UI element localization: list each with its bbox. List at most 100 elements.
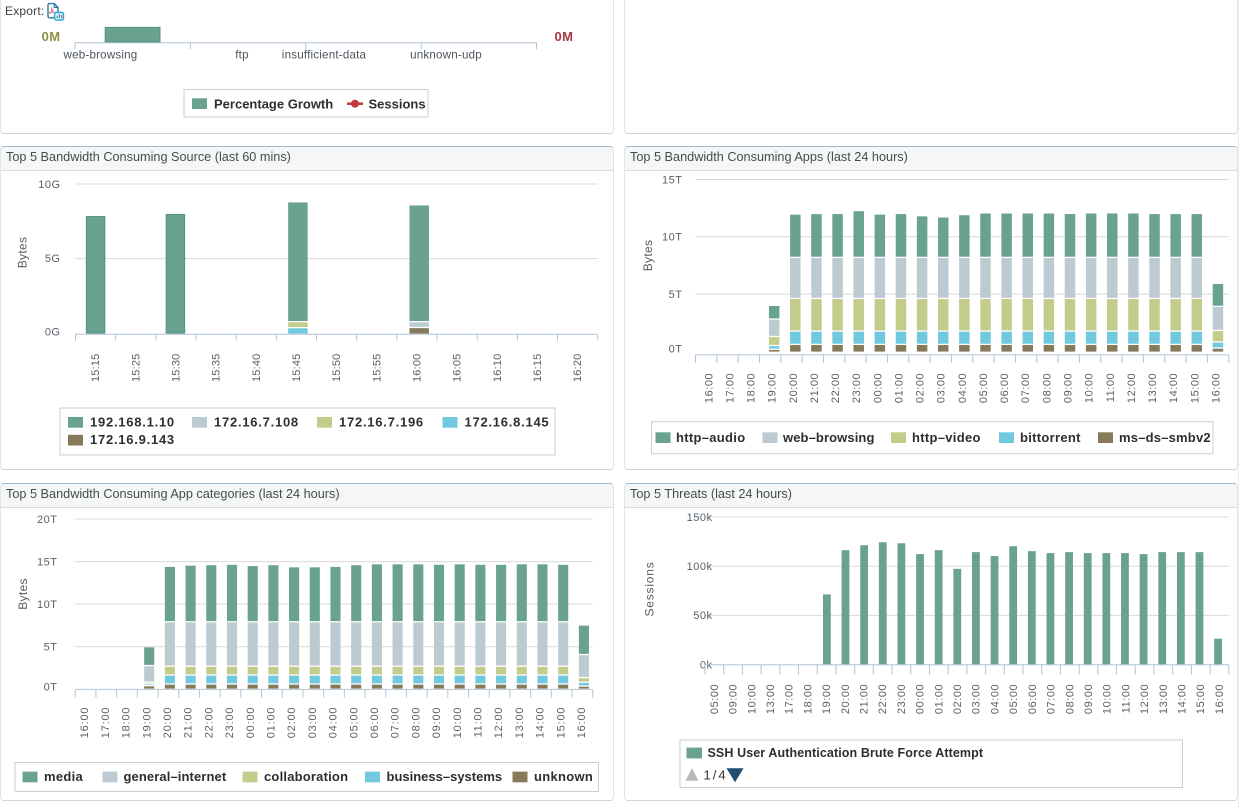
svg-text:unknown-udp: unknown-udp [410,49,482,62]
svg-text:100k: 100k [687,561,713,573]
svg-text:15:00: 15:00 [555,707,567,739]
svg-text:Bytes: Bytes [16,237,30,269]
svg-text:05:00: 05:00 [348,707,360,739]
svg-text:02:00: 02:00 [286,707,298,739]
svg-text:08:00: 08:00 [410,707,422,739]
svg-text:14:00: 14:00 [1177,684,1189,714]
svg-text:13:00: 13:00 [1147,373,1159,403]
svg-text:19:00: 19:00 [767,373,779,403]
svg-text:05:00: 05:00 [978,373,990,403]
svg-text:5T: 5T [44,642,58,654]
svg-text:15T: 15T [662,174,682,186]
svg-text:21:00: 21:00 [859,684,871,714]
svg-text:12:00: 12:00 [1139,684,1151,714]
svg-text:insufficient-data: insufficient-data [282,49,367,62]
svg-text:00:00: 00:00 [915,684,927,714]
svg-text:15:25: 15:25 [130,354,142,383]
svg-text:13:00: 13:00 [765,684,777,714]
svg-text:collaboration: collaboration [264,769,348,784]
svg-text:12:00: 12:00 [493,707,505,739]
svg-text:5G: 5G [45,253,61,265]
svg-text:15:00: 15:00 [1195,684,1207,714]
svg-text:05:00: 05:00 [709,684,721,714]
svg-text:192.168.1.10: 192.168.1.10 [90,414,175,429]
svg-text:0T: 0T [44,681,58,693]
svg-text:08:00: 08:00 [1041,373,1053,403]
svg-text:17:00: 17:00 [784,684,796,714]
svg-text:Sessions: Sessions [369,96,426,111]
svg-text:general–internet: general–internet [124,769,227,784]
svg-text:0k: 0k [700,659,713,671]
svg-text:09:00: 09:00 [1063,373,1075,403]
svg-text:07:00: 07:00 [1020,373,1032,403]
svg-text:15:00: 15:00 [1189,373,1201,403]
svg-text:15:40: 15:40 [251,354,263,383]
svg-text:06:00: 06:00 [1027,684,1039,714]
svg-text:15:15: 15:15 [90,354,102,383]
svg-text:17:00: 17:00 [100,707,112,739]
svg-text:16:05: 16:05 [452,354,464,383]
svg-text:04:00: 04:00 [957,373,969,403]
svg-text:20T: 20T [37,514,57,526]
svg-text:09:00: 09:00 [431,707,443,739]
svg-text:01:00: 01:00 [933,684,945,714]
svg-text:23:00: 23:00 [851,373,863,403]
svg-text:06:00: 06:00 [369,707,381,739]
svg-text:21:00: 21:00 [183,707,195,739]
svg-text:Sessions: Sessions [643,561,657,616]
svg-text:03:00: 03:00 [936,373,948,403]
svg-text:15T: 15T [37,556,57,568]
svg-text:0M: 0M [555,29,574,44]
svg-text:ftp: ftp [235,49,249,62]
svg-text:15:30: 15:30 [170,354,182,383]
svg-text:0T: 0T [669,344,683,356]
svg-text:16:00: 16:00 [411,354,423,383]
svg-text:20:00: 20:00 [840,684,852,714]
svg-text:15:45: 15:45 [291,354,303,383]
svg-text:50k: 50k [693,610,712,622]
svg-text:03:00: 03:00 [971,684,983,714]
svg-text:unknown: unknown [534,769,593,784]
svg-text:16:00: 16:00 [1210,373,1222,403]
svg-text:13:00: 13:00 [1158,684,1170,714]
svg-text:10:00: 10:00 [452,707,464,739]
svg-text:16:15: 16:15 [532,354,544,383]
svg-text:00:00: 00:00 [245,707,257,739]
svg-text:15:55: 15:55 [371,354,383,383]
svg-text:20:00: 20:00 [162,707,174,739]
svg-text:150k: 150k [687,512,713,524]
svg-text:ms–ds–smbv2: ms–ds–smbv2 [1119,430,1211,445]
svg-text:16:00: 16:00 [1214,684,1226,714]
svg-text:19:00: 19:00 [821,684,833,714]
svg-text:16:00: 16:00 [79,707,91,739]
svg-text:1/4: 1/4 [704,768,728,783]
svg-text:02:00: 02:00 [915,373,927,403]
svg-text:07:00: 07:00 [390,707,402,739]
svg-text:13:00: 13:00 [514,707,526,739]
svg-text:05:00: 05:00 [1008,684,1020,714]
svg-text:14:00: 14:00 [1168,373,1180,403]
svg-text:16:20: 16:20 [572,354,584,383]
svg-text:16:10: 16:10 [492,354,504,383]
svg-text:07:00: 07:00 [1046,684,1058,714]
svg-text:11:00: 11:00 [473,707,485,738]
svg-text:22:00: 22:00 [830,373,842,403]
svg-text:19:00: 19:00 [141,707,153,739]
svg-text:172.16.7.196: 172.16.7.196 [339,414,424,429]
svg-text:media: media [44,769,84,784]
svg-text:http–audio: http–audio [676,430,745,445]
svg-text:172.16.8.145: 172.16.8.145 [465,414,550,429]
svg-text:02:00: 02:00 [952,684,964,714]
svg-text:10:00: 10:00 [746,684,758,714]
svg-text:10T: 10T [37,599,57,611]
svg-text:Bytes: Bytes [16,578,30,610]
svg-text:22:00: 22:00 [203,707,215,739]
svg-text:web-browsing: web-browsing [63,49,138,62]
svg-text:22:00: 22:00 [877,684,889,714]
svg-text:20:00: 20:00 [788,373,800,403]
svg-text:SSH User Authentication Brute: SSH User Authentication Brute Force Atte… [708,746,984,760]
svg-text:21:00: 21:00 [809,373,821,403]
svg-text:10:00: 10:00 [1102,684,1114,714]
svg-text:web–browsing: web–browsing [782,430,875,445]
svg-text:0G: 0G [45,326,61,338]
